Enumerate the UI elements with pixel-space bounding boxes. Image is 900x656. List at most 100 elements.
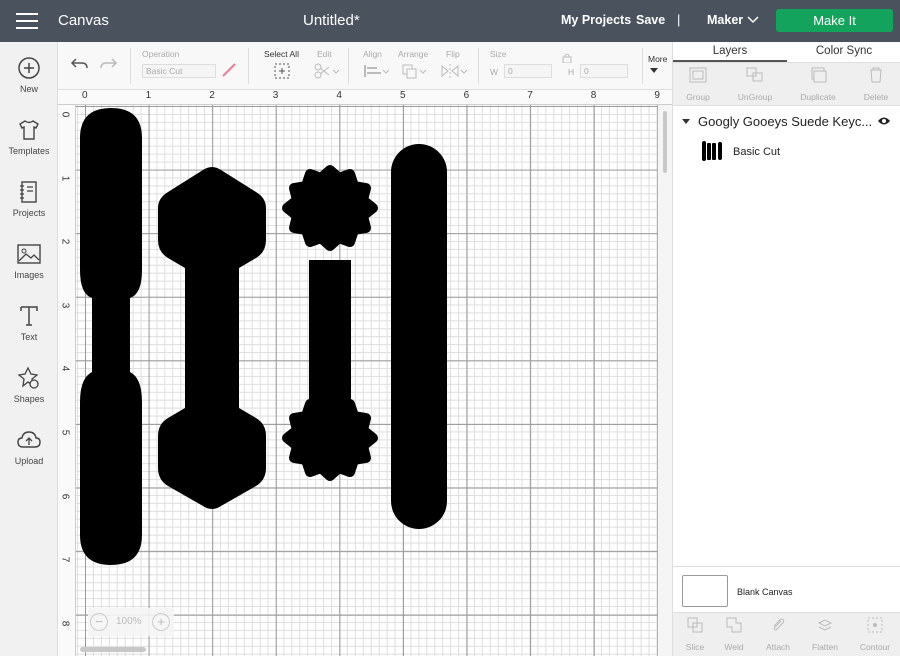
weld-button[interactable]: Weld (712, 617, 756, 652)
paperclip-icon (773, 618, 785, 631)
edit-scissors-icon[interactable] (314, 63, 340, 79)
layer-tools: Group UnGroup Duplicate Delete (673, 62, 900, 106)
width-input[interactable]: 0 (504, 64, 552, 78)
delete-label: Delete (863, 92, 889, 102)
weld-label: Weld (724, 642, 744, 652)
layer-name: Basic Cut (733, 146, 781, 158)
app-title: Canvas (58, 12, 109, 29)
group-label: Group (686, 92, 710, 102)
duplicate-label: Duplicate (800, 92, 836, 102)
duplicate-icon (811, 67, 827, 83)
layer-item[interactable]: Basic Cut (673, 138, 900, 168)
more-button[interactable]: More (648, 54, 667, 64)
horizontal-scrollbar[interactable] (80, 647, 146, 652)
sidebar-item-images[interactable]: Images (0, 242, 58, 298)
group-button[interactable]: Group (676, 67, 720, 102)
arrange-icon[interactable] (401, 63, 427, 79)
my-projects-link[interactable]: My Projects (561, 13, 631, 27)
attach-label: Attach (765, 642, 791, 652)
group-icon (689, 67, 707, 83)
blank-canvas-swatch[interactable] (682, 575, 728, 607)
machine-selector[interactable]: Maker (707, 13, 743, 27)
collapse-caret-icon[interactable] (682, 119, 690, 124)
document-title[interactable]: Untitled* (303, 12, 360, 29)
duplicate-button[interactable]: Duplicate (796, 67, 840, 102)
flatten-button[interactable]: Flatten (803, 617, 847, 652)
keychain-shape-4[interactable] (391, 144, 447, 529)
design-canvas[interactable]: 0123456789 012345678 − 100% + (58, 90, 672, 656)
sidebar-item-upload[interactable]: Upload (0, 428, 58, 484)
save-button[interactable]: Save (636, 13, 665, 27)
delete-button[interactable]: Delete (854, 67, 898, 102)
edit-toolbar: Operation Basic Cut Select All Edit Alig… (58, 42, 672, 90)
zoom-level: 100% (116, 616, 142, 627)
sidebar-item-projects[interactable]: Projects (0, 180, 58, 236)
hamburger-menu-icon[interactable] (16, 13, 38, 29)
align-icon[interactable] (363, 63, 389, 79)
eye-icon[interactable] (877, 116, 891, 126)
slice-button[interactable]: Slice (673, 617, 717, 652)
redo-icon[interactable] (98, 56, 118, 72)
vertical-scrollbar[interactable] (658, 105, 672, 656)
scroll-thumb[interactable] (663, 111, 667, 173)
sidebar-item-templates[interactable]: Templates (0, 118, 58, 174)
make-it-button[interactable]: Make It (776, 9, 893, 32)
tab-color-sync[interactable]: Color Sync (787, 42, 900, 62)
undo-icon[interactable] (70, 56, 90, 72)
height-input[interactable]: 0 (580, 64, 628, 78)
cloud-upload-icon (17, 431, 41, 448)
chevron-down-icon[interactable] (747, 14, 759, 24)
layer-group-name[interactable]: Googly Gooeys Suede Keyc... (698, 114, 872, 129)
toolbar-divider (348, 48, 349, 84)
width-label: W (490, 67, 499, 77)
lock-icon[interactable] (562, 53, 572, 63)
operation-select[interactable]: Basic Cut (142, 64, 216, 78)
sidebar-label: Projects (12, 208, 46, 218)
plus-circle-icon (18, 57, 40, 79)
operation-value: Basic Cut (146, 66, 183, 76)
width-value: 0 (508, 66, 513, 76)
attach-button[interactable]: Attach (756, 617, 800, 652)
sidebar-label: New (19, 84, 38, 94)
tab-layers[interactable]: Layers (673, 42, 787, 62)
zoom-in-button[interactable]: + (152, 613, 170, 631)
caret-down-icon[interactable] (650, 68, 658, 74)
layer-group-row[interactable]: Googly Gooeys Suede Keyc... (673, 110, 900, 134)
blank-canvas-row: Blank Canvas (673, 566, 900, 612)
keychain-shape-3[interactable] (282, 165, 378, 481)
blank-canvas-label: Blank Canvas (737, 587, 793, 597)
sidebar-item-text[interactable]: Text (0, 304, 58, 360)
contour-button[interactable]: Contour (853, 617, 897, 652)
bottom-layer-tools: Slice Weld Attach Flatten Contour (673, 612, 900, 656)
select-all-label: Select All (264, 49, 299, 59)
keychain-shape-1[interactable] (80, 108, 142, 565)
sidebar-label: Templates (8, 146, 50, 156)
align-label: Align (363, 49, 382, 59)
sidebar-item-new[interactable]: New (0, 56, 58, 112)
text-icon (20, 306, 38, 326)
trash-icon (870, 67, 882, 83)
zoom-out-button[interactable]: − (90, 613, 108, 631)
flatten-icon (817, 619, 833, 631)
contour-label: Contour (859, 642, 891, 652)
zoom-control: − 100% + (88, 608, 174, 636)
notebook-icon (20, 181, 37, 203)
ungroup-icon (746, 67, 763, 82)
select-all-icon[interactable] (274, 63, 290, 79)
linetype-color-icon[interactable] (221, 62, 237, 78)
height-value: 0 (584, 66, 589, 76)
keychain-design[interactable] (58, 90, 658, 656)
ungroup-label: UnGroup (737, 92, 773, 102)
sidebar-label: Images (14, 270, 44, 280)
arrange-label: Arrange (398, 49, 429, 59)
sidebar-item-shapes[interactable]: Shapes (0, 366, 58, 422)
keychain-shape-2[interactable] (158, 167, 266, 509)
slice-label: Slice (685, 642, 705, 652)
toolbar-divider (478, 48, 479, 84)
image-icon (17, 244, 41, 264)
operation-label: Operation (142, 49, 180, 59)
ungroup-button[interactable]: UnGroup (733, 67, 777, 102)
layer-thumbnail (702, 141, 722, 161)
edit-label: Edit (317, 49, 332, 59)
flip-icon[interactable] (440, 63, 468, 79)
